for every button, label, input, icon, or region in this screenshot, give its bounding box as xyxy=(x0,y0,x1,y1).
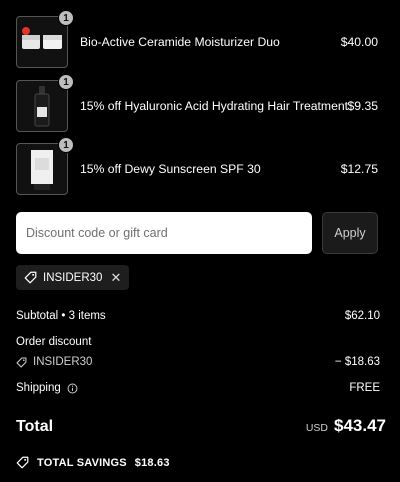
quantity-badge: 1 xyxy=(58,10,74,26)
order-discount-detail-row: INSIDER30 − $18.63 xyxy=(16,356,380,368)
total-amount: $43.47 xyxy=(334,416,386,435)
tag-icon xyxy=(16,456,29,469)
product-name: Bio-Active Ceramide Moisturizer Duo xyxy=(80,35,280,49)
total-savings: TOTAL SAVINGS $18.63 xyxy=(16,456,170,469)
remove-discount-icon[interactable]: ✕ xyxy=(110,270,121,286)
order-discount-code: INSIDER30 xyxy=(33,356,93,368)
dropper-bottle-icon xyxy=(34,86,50,127)
subtotal-label: Subtotal • 3 items xyxy=(16,310,106,322)
savings-label: TOTAL SAVINGS xyxy=(37,456,127,469)
line-item: 1 15% off Dewy Sunscreen SPF 30 $12.75 xyxy=(16,137,384,195)
apply-discount-button[interactable]: Apply xyxy=(322,212,378,254)
sunscreen-tube-icon xyxy=(31,150,53,190)
line-item: 1 Bio-Active Ceramide Moisturizer Duo $4… xyxy=(16,10,384,68)
currency-code: USD xyxy=(305,422,328,434)
discount-code-input[interactable] xyxy=(16,212,312,254)
total-amount-group: USD $43.47 xyxy=(306,416,386,436)
shipping-label: Shipping xyxy=(16,382,61,394)
order-discount-row: Order discount xyxy=(16,336,380,348)
shipping-row: Shipping FREE xyxy=(16,382,380,394)
discount-code-label: INSIDER30 xyxy=(43,271,103,284)
quantity-badge: 1 xyxy=(58,137,74,153)
order-discount-value: − $18.63 xyxy=(334,356,380,368)
total-label: Total xyxy=(16,418,54,435)
tag-icon xyxy=(24,271,37,284)
applied-discount-chip: INSIDER30 ✕ xyxy=(16,265,130,290)
subtotal-row: Subtotal • 3 items $62.10 xyxy=(16,310,380,322)
shipping-value: FREE xyxy=(349,382,380,394)
subtotal-value: $62.10 xyxy=(344,310,380,322)
product-name: 15% off Hyaluronic Acid Hydrating Hair T… xyxy=(80,99,349,113)
product-price: $40.00 xyxy=(340,35,378,49)
quantity-badge: 1 xyxy=(58,74,74,90)
info-icon[interactable] xyxy=(67,383,78,394)
order-discount-label: Order discount xyxy=(16,336,92,348)
product-price: $12.75 xyxy=(340,162,378,176)
moisturizer-jars-icon xyxy=(22,27,62,49)
product-name: 15% off Dewy Sunscreen SPF 30 xyxy=(80,162,261,176)
product-price: $9.35 xyxy=(347,99,379,113)
savings-value: $18.63 xyxy=(134,456,170,469)
line-item: 1 15% off Hyaluronic Acid Hydrating Hair… xyxy=(16,74,384,132)
tag-icon xyxy=(16,357,27,367)
